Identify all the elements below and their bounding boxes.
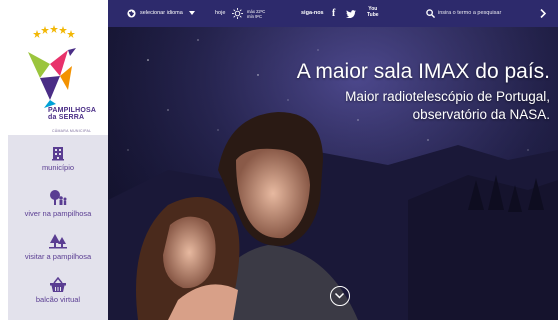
logo[interactable]: PAMPILHOSA da SERRA CÂMARA MUNICIPAL [10, 20, 100, 133]
menu-item-label: viver na pampilhosa [24, 209, 92, 218]
language-selector[interactable]: selecionar idioma [140, 0, 183, 27]
hero-banner: selecionar idioma hoje máx 22ºC mín 9ºC … [108, 0, 558, 320]
youtube-icon[interactable]: You Tube [367, 6, 379, 18]
hero-subline-2: observatório da NASA. [412, 107, 550, 122]
temperature: máx 22ºC mín 9ºC [247, 9, 266, 19]
top-bar: selecionar idioma hoje máx 22ºC mín 9ºC … [108, 0, 558, 27]
scroll-down-button[interactable] [330, 286, 350, 306]
hero-background [108, 0, 558, 320]
left-sidebar: PAMPILHOSA da SERRA CÂMARA MUNICIPAL mun… [0, 0, 108, 320]
menu-item-viver[interactable]: viver na pampilhosa [8, 189, 108, 218]
hero-subline-1: Maior radiotelescópio de Portugal, [345, 89, 550, 104]
twitter-icon[interactable] [346, 10, 356, 18]
building-icon [52, 147, 64, 161]
menu-item-label: balcão virtual [35, 295, 81, 304]
menu-item-label: visitar a pampilhosa [24, 252, 92, 261]
chevron-right-icon[interactable] [540, 9, 546, 18]
globe-icon [127, 9, 136, 18]
hero-headline: A maior sala IMAX do país. [296, 60, 550, 83]
facebook-icon[interactable]: f [332, 9, 335, 19]
logo-name: PAMPILHOSA da SERRA [48, 107, 97, 121]
today-label: hoje [215, 10, 226, 16]
basket-icon [50, 277, 66, 292]
menu-item-label: município [41, 163, 75, 172]
trees-icon [49, 234, 67, 249]
logo-subtitle: CÂMARA MUNICIPAL [52, 129, 92, 133]
tree-people-icon [50, 190, 67, 205]
search-input[interactable]: insira o termo a pesquisar [438, 0, 501, 27]
chevron-down-icon [334, 292, 345, 299]
menu-item-municipio[interactable]: município [8, 145, 108, 172]
main-menu: município viver na pampilhosa visitar a [8, 135, 108, 320]
menu-item-visitar[interactable]: visitar a pampilhosa [8, 233, 108, 261]
chevron-down-icon[interactable] [189, 11, 195, 16]
follow-label: siga-nos [301, 10, 324, 16]
menu-item-balcao[interactable]: balcão virtual [8, 277, 108, 304]
search-icon[interactable] [426, 9, 435, 18]
sun-icon [232, 8, 243, 19]
